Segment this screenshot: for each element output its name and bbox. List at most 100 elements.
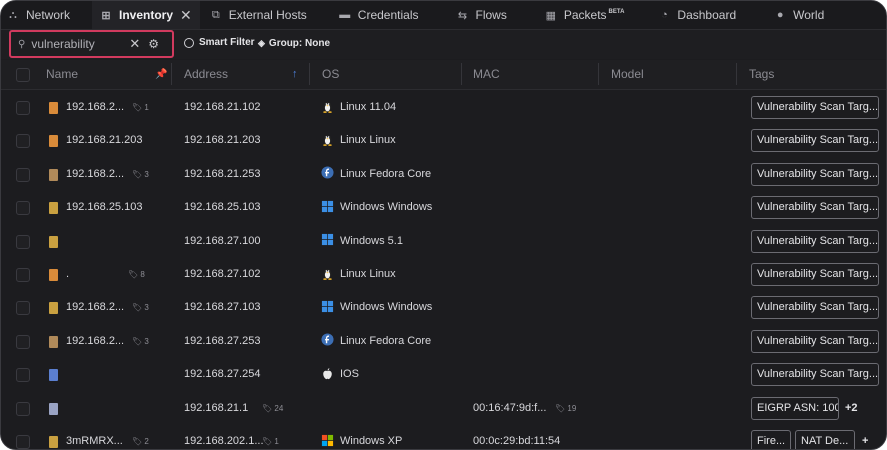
tag-chip[interactable]: Vulnerability Scan Targ... [751, 196, 879, 220]
tab-external-hosts[interactable]: ⧉ External Hosts [202, 1, 315, 29]
row-checkbox[interactable] [16, 101, 30, 115]
column-divider[interactable] [309, 63, 310, 85]
table-row[interactable]: 192.168.25.103 192.168.25.103 Windows Wind… [1, 191, 886, 224]
column-divider[interactable] [598, 63, 599, 85]
os-label: Windows Windows [340, 301, 433, 314]
device-address: 192.168.21.203 [184, 134, 261, 147]
tab-label: Inventory [119, 8, 174, 22]
tag-chip[interactable]: Vulnerability Scan Targ... [751, 229, 879, 253]
tag-chip[interactable]: Vulnerability Scan Targ... [751, 96, 879, 119]
tab-label: Dashboard [677, 8, 737, 22]
device-os: Linux Fedora Core [321, 158, 431, 191]
row-checkbox[interactable] [16, 301, 30, 316]
name-tag-count-value: 1 [144, 103, 149, 112]
tag-chip[interactable]: Vulnerability Scan Targ... [751, 296, 879, 320]
tab-packets[interactable]: ▦ Packets BETA [537, 1, 633, 29]
table-row[interactable]: 192.168.21.1 🏷 24 00:16:47:9d:f... 🏷 19 EIGR… [1, 392, 886, 425]
row-checkbox[interactable] [16, 268, 30, 282]
tab-dashboard[interactable]: ◔ Dashboard [650, 1, 744, 29]
tag-chip[interactable]: Fire... [751, 430, 791, 449]
clear-search-icon[interactable]: ✕ [129, 36, 140, 52]
device-name[interactable]: 192.168.2... [66, 91, 124, 124]
search-icon: ⚲ [18, 38, 26, 50]
table-row[interactable]: 192.168.2... 🏷 1 192.168.21.102 Linux 11.04… [1, 91, 886, 124]
row-checkbox[interactable] [16, 201, 30, 216]
tab-flows[interactable]: ⇆ Flows [449, 1, 515, 29]
device-name[interactable]: . [66, 258, 69, 291]
tab-world[interactable]: ● World [766, 1, 832, 29]
column-divider[interactable] [461, 63, 462, 85]
device-os: Windows Windows [321, 191, 432, 224]
more-tags-button[interactable]: +2 [845, 397, 858, 420]
column-divider[interactable] [736, 63, 737, 85]
column-header-mac[interactable]: MAC [473, 60, 500, 89]
device-name[interactable]: 192.168.2... [66, 291, 124, 324]
table-row[interactable]: 192.168.2... 🏷 3 192.168.27.103 Windows Win… [1, 291, 886, 324]
table-row[interactable]: 192.168.2... 🏷 3 192.168.27.253 Linux Fedor… [1, 325, 886, 358]
table-header: Name 📌 Address ↑ OS MAC Model Tags [1, 60, 886, 90]
row-checkbox[interactable] [16, 368, 30, 383]
device-address: 192.168.21.102 [184, 101, 261, 113]
beta-badge: BETA [608, 9, 625, 15]
device-icon [49, 102, 58, 114]
column-header-address[interactable]: Address [184, 60, 228, 89]
close-tab-icon[interactable]: ✕ [180, 7, 192, 24]
tab-inventory[interactable]: ⊞ Inventory ✕ [92, 1, 200, 29]
more-tags-button[interactable]: + [862, 430, 868, 449]
table-row[interactable]: 192.168.21.203 192.168.21.203 Linux Linux V… [1, 124, 886, 157]
tag-chip[interactable]: NAT De... [795, 430, 855, 449]
row-checkbox[interactable] [16, 134, 30, 149]
os-label: Linux Fedora Core [340, 167, 432, 180]
tag-chip[interactable]: Vulnerability Scan Targ... [751, 129, 879, 153]
tag-chip[interactable]: Vulnerability Scan Targ... [751, 363, 879, 387]
table-row[interactable]: 3mRMRX... 🏷 2 192.168.202.1... 🏷 1 Windows X… [1, 425, 886, 449]
tab-credentials[interactable]: ▬ Credentials [331, 1, 427, 29]
tab-label: Flows [475, 8, 507, 22]
device-icon [49, 135, 58, 148]
search-input[interactable] [31, 37, 124, 51]
device-name[interactable]: 192.168.2... [66, 325, 124, 358]
column-header-model[interactable]: Model [611, 60, 644, 89]
search-box[interactable]: ⚲ ✕ ⚙ [9, 30, 174, 58]
tab-label: Credentials [357, 8, 419, 22]
device-name[interactable]: 192.168.25.103 [66, 191, 142, 224]
column-divider[interactable] [171, 63, 172, 85]
row-checkbox[interactable] [16, 334, 30, 349]
row-checkbox[interactable] [16, 435, 30, 449]
tab-network[interactable]: ⛬ Network [1, 1, 78, 29]
column-header-tags[interactable]: Tags [749, 60, 774, 89]
network-icon: ⛬ [9, 8, 17, 21]
search-settings-gear-icon[interactable]: ⚙ [148, 37, 159, 51]
os-label: Linux Fedora Core [340, 334, 432, 347]
row-checkbox[interactable] [16, 167, 30, 182]
pin-icon[interactable]: 📌 [155, 60, 167, 89]
sort-ascending-icon[interactable]: ↑ [292, 60, 298, 89]
column-header-name[interactable]: Name [46, 60, 78, 89]
group-selector[interactable]: ◈ Group: None [258, 38, 330, 49]
credentials-icon: ▬ [339, 9, 351, 21]
table-row[interactable]: 192.168.2... 🏷 3 192.168.21.253 Linux Fedor… [1, 158, 886, 191]
table-row[interactable]: 192.168.27.100 Windows 5.1 Vulnerability S… [1, 225, 886, 258]
tag-chip[interactable]: Vulnerability Scan Targ... [751, 263, 879, 286]
device-name[interactable]: 192.168.21.203 [66, 124, 142, 157]
device-name[interactable]: 3mRMRX... [66, 425, 123, 449]
smart-filter-toggle[interactable]: Smart Filter [184, 37, 255, 48]
device-address: 192.168.27.253 [184, 334, 261, 347]
device-name[interactable]: 192.168.2... [66, 158, 124, 191]
name-tag-count-value: 8 [140, 270, 145, 279]
device-icon [49, 269, 58, 281]
device-icon [49, 168, 58, 181]
table-row[interactable]: . 🏷 8 192.168.27.102 Linux Linux Vulnerabili… [1, 258, 886, 291]
device-address: 192.168.27.102 [184, 268, 261, 280]
tag-chip[interactable]: Vulnerability Scan Targ... [751, 162, 879, 186]
row-checkbox[interactable] [16, 234, 30, 249]
tag-chip[interactable]: EIGRP ASN: 100 [751, 396, 839, 420]
name-tag-count-value: 3 [144, 303, 149, 313]
row-checkbox[interactable] [16, 401, 30, 416]
table-row[interactable]: 192.168.27.254 IOS Vulnerability Scan Targ… [1, 358, 886, 391]
device-os: Linux 11.04 [321, 91, 396, 124]
select-all-checkbox[interactable] [16, 68, 30, 82]
column-header-os[interactable]: OS [322, 60, 339, 89]
apple-os-icon [321, 367, 340, 380]
tag-chip[interactable]: Vulnerability Scan Targ... [751, 329, 879, 353]
